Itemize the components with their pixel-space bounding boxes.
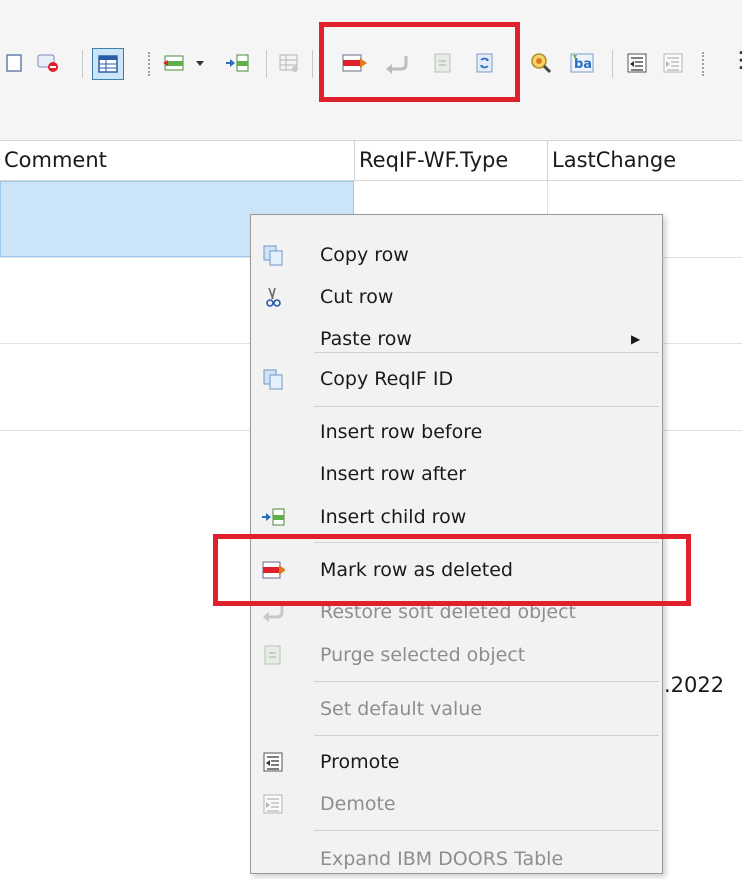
menu-item-insert-child-row[interactable]: Insert child row <box>251 497 662 537</box>
purge-icon[interactable] <box>432 52 454 74</box>
menu-item-expand-doors-table[interactable]: Expand IBM DOORS Table <box>251 839 662 879</box>
replace-icon[interactable]: ba <box>570 52 596 74</box>
menu-item-label: Cut row <box>320 286 394 308</box>
menu-separator <box>314 352 659 353</box>
comment-delete-icon[interactable] <box>36 52 58 74</box>
toolbar-overflow[interactable]: ⋮ <box>730 48 742 73</box>
restore-icon[interactable] <box>384 52 412 74</box>
menu-item-insert-row-after[interactable]: Insert row after <box>251 454 662 494</box>
menu-item-promote[interactable]: Promote <box>251 742 662 782</box>
mark-deleted-icon[interactable] <box>340 52 368 74</box>
menu-item-label: Mark row as deleted <box>320 559 513 581</box>
menu-item-cut-row[interactable]: Cut row <box>251 277 662 317</box>
copy-icon <box>261 368 285 390</box>
demote-icon <box>261 793 285 815</box>
scissors-icon <box>261 286 285 308</box>
menu-item-label: Expand IBM DOORS Table <box>320 848 564 870</box>
context-menu: Copy row Cut row Paste row ▶ Copy ReqIF … <box>250 214 663 874</box>
menu-separator <box>314 735 659 736</box>
toolbar-grip <box>148 52 152 76</box>
menu-item-label: Insert row before <box>320 421 483 443</box>
menu-item-label: Promote <box>320 751 400 773</box>
column-header-comment[interactable]: Comment <box>4 141 107 180</box>
submenu-arrow-icon: ▶ <box>631 332 641 346</box>
insert-child-icon[interactable] <box>224 52 250 74</box>
menu-item-label: Copy ReqIF ID <box>320 368 454 390</box>
toolbar-grip <box>702 52 706 76</box>
table-view-icon[interactable] <box>92 48 124 80</box>
table-header: Comment ReqIF-WF.Type LastChange <box>0 141 742 181</box>
purge-icon <box>261 644 285 666</box>
mark-deleted-icon <box>261 559 285 581</box>
column-separator[interactable] <box>547 141 548 180</box>
menu-separator <box>314 406 659 407</box>
menu-separator <box>314 542 659 543</box>
promote-icon[interactable] <box>626 52 648 74</box>
table-grid-icon[interactable] <box>278 52 300 74</box>
menu-item-label: Restore soft deleted object <box>320 601 577 623</box>
menu-item-insert-row-before[interactable]: Insert row before <box>251 412 662 452</box>
menu-item-restore-soft-deleted[interactable]: Restore soft deleted object <box>251 592 662 632</box>
menu-item-set-default-value[interactable]: Set default value <box>251 689 662 729</box>
svg-text:ba: ba <box>574 57 592 72</box>
insert-row-icon[interactable] <box>162 52 184 74</box>
menu-item-label: Demote <box>320 793 396 815</box>
dropdown-arrow-icon[interactable] <box>194 52 206 74</box>
menu-item-demote[interactable]: Demote <box>251 784 662 824</box>
toolbar: ba ⋮ <box>0 0 742 141</box>
menu-item-copy-row[interactable]: Copy row <box>251 235 662 275</box>
menu-item-mark-row-deleted[interactable]: Mark row as deleted <box>251 550 662 590</box>
toolbar-separator <box>82 50 83 78</box>
menu-item-label: Paste row <box>320 328 412 350</box>
refresh-icon[interactable] <box>474 52 496 74</box>
menu-separator <box>314 830 659 831</box>
column-header-type[interactable]: ReqIF-WF.Type <box>359 141 508 180</box>
menu-item-label: Insert child row <box>320 506 467 528</box>
menu-item-paste-row[interactable]: Paste row ▶ <box>251 319 662 359</box>
menu-item-label: Copy row <box>320 244 409 266</box>
promote-icon <box>261 751 285 773</box>
menu-item-label: Purge selected object <box>320 644 526 666</box>
find-icon[interactable] <box>530 52 552 74</box>
toolbar-separator <box>266 50 267 78</box>
lastchange-cell: .2022 <box>664 673 725 697</box>
column-separator[interactable] <box>354 141 355 180</box>
menu-item-copy-reqif-id[interactable]: Copy ReqIF ID <box>251 359 662 399</box>
demote-icon[interactable] <box>662 52 684 74</box>
menu-item-label: Insert row after <box>320 463 467 485</box>
column-header-lastchange[interactable]: LastChange <box>552 141 676 180</box>
menu-separator <box>314 681 659 682</box>
toolbar-separator <box>312 50 313 78</box>
menu-item-purge-selected[interactable]: Purge selected object <box>251 635 662 675</box>
toolbar-separator <box>612 50 613 78</box>
copy-icon <box>261 244 285 266</box>
insert-child-icon <box>261 506 285 528</box>
menu-item-label: Set default value <box>320 698 483 720</box>
restore-icon <box>261 601 285 623</box>
frame-icon[interactable] <box>4 52 26 74</box>
